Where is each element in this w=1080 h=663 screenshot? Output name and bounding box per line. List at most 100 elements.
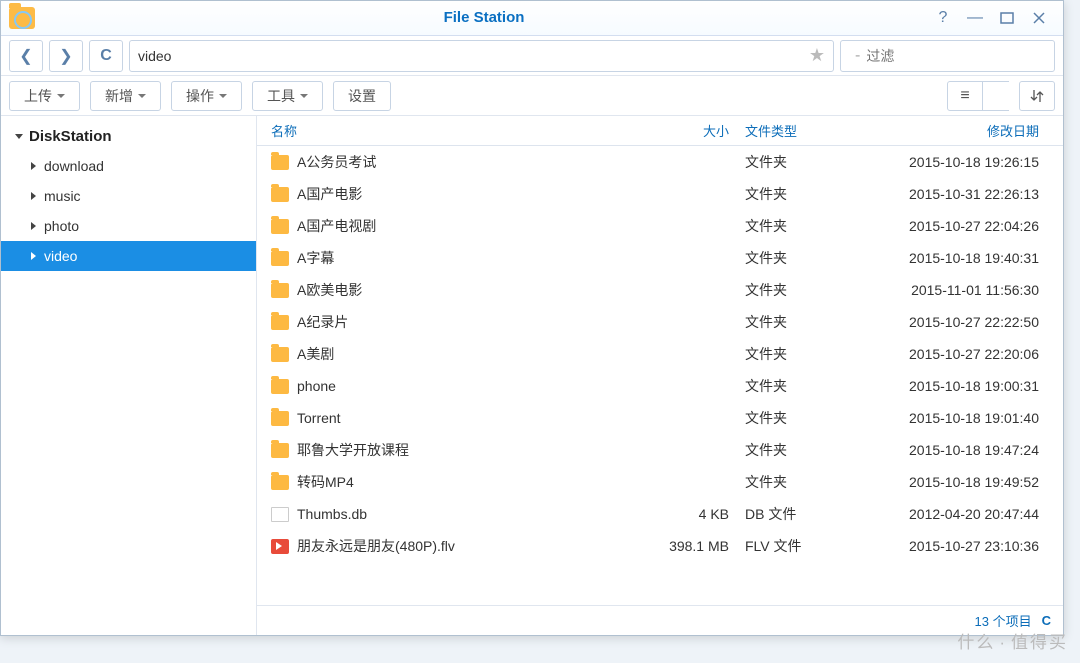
file-name: A纪录片 [297, 312, 348, 332]
sidebar: DiskStation download music photovideo [1, 116, 257, 635]
flash-file-icon [271, 539, 289, 554]
file-row[interactable]: 朋友永远是朋友(480P).flv398.1 MBFLV 文件2015-10-2… [257, 530, 1063, 562]
file-row[interactable]: A国产电视剧文件夹2015-10-27 22:04:26 [257, 210, 1063, 242]
refresh-icon: C [1042, 613, 1051, 628]
help-button[interactable]: ? [927, 5, 959, 31]
chevron-right-icon: ❯ [59, 46, 72, 66]
grid-header: 名称 大小 文件类型 修改日期 [257, 116, 1063, 146]
close-button[interactable] [1023, 5, 1055, 31]
sidebar-item-download[interactable]: download [1, 151, 256, 181]
path-bar[interactable]: ★ [129, 40, 834, 72]
window-title: File Station [444, 9, 525, 26]
file-date: 2015-11-01 11:56:30 [855, 282, 1055, 298]
tool-button[interactable]: 工具 [252, 81, 323, 111]
file-date: 2015-10-18 19:01:40 [855, 410, 1055, 426]
tool-label: 工具 [267, 86, 295, 106]
file-type: 文件夹 [735, 152, 855, 172]
expand-icon [31, 252, 36, 260]
file-name: A美剧 [297, 344, 334, 364]
expand-icon [31, 162, 36, 170]
column-header-date[interactable]: 修改日期 [855, 121, 1055, 140]
filter-separator: - [855, 47, 860, 65]
file-row[interactable]: 转码MP4文件夹2015-10-18 19:49:52 [257, 466, 1063, 498]
folder-icon [271, 411, 289, 426]
settings-button[interactable]: 设置 [333, 81, 391, 111]
file-date: 2015-10-18 19:00:31 [855, 378, 1055, 394]
file-row[interactable]: A美剧文件夹2015-10-27 22:20:06 [257, 338, 1063, 370]
toolbar: 上传 新增 操作 工具 设置 ≡ [1, 76, 1063, 116]
caret-down-icon [300, 94, 308, 98]
file-name: Torrent [297, 410, 341, 426]
app-icon [9, 7, 35, 29]
path-input[interactable] [138, 48, 809, 64]
maximize-icon [1000, 11, 1014, 25]
file-row[interactable]: phone文件夹2015-10-18 19:00:31 [257, 370, 1063, 402]
folder-icon [271, 475, 289, 490]
action-button[interactable]: 操作 [171, 81, 242, 111]
file-row[interactable]: Thumbs.db4 KBDB 文件2012-04-20 20:47:44 [257, 498, 1063, 530]
view-dropdown-button[interactable] [983, 81, 1009, 111]
expand-icon [15, 134, 23, 139]
file-icon [271, 507, 289, 522]
file-row[interactable]: A字幕文件夹2015-10-18 19:40:31 [257, 242, 1063, 274]
folder-icon [271, 379, 289, 394]
grid-body[interactable]: A公务员考试文件夹2015-10-18 19:26:15A国产电影文件夹2015… [257, 146, 1063, 605]
file-row[interactable]: A欧美电影文件夹2015-11-01 11:56:30 [257, 274, 1063, 306]
column-header-size[interactable]: 大小 [645, 121, 735, 140]
file-type: 文件夹 [735, 248, 855, 268]
expand-icon [31, 222, 36, 230]
file-name: A国产电影 [297, 184, 362, 204]
file-row[interactable]: A公务员考试文件夹2015-10-18 19:26:15 [257, 146, 1063, 178]
forward-button[interactable]: ❯ [49, 40, 83, 72]
file-row[interactable]: Torrent文件夹2015-10-18 19:01:40 [257, 402, 1063, 434]
status-refresh-button[interactable]: C [1042, 613, 1051, 628]
folder-icon [271, 219, 289, 234]
tree-root[interactable]: DiskStation [1, 122, 256, 151]
file-row[interactable]: A国产电影文件夹2015-10-31 22:26:13 [257, 178, 1063, 210]
file-name: A国产电视剧 [297, 216, 376, 236]
back-button[interactable]: ❮ [9, 40, 43, 72]
file-type: 文件夹 [735, 376, 855, 396]
file-name: 朋友永远是朋友(480P).flv [297, 536, 455, 556]
minimize-icon: — [967, 9, 983, 27]
sort-button[interactable] [1019, 81, 1055, 111]
file-row[interactable]: A纪录片文件夹2015-10-27 22:22:50 [257, 306, 1063, 338]
file-type: DB 文件 [735, 504, 855, 524]
file-type: 文件夹 [735, 312, 855, 332]
file-type: 文件夹 [735, 472, 855, 492]
settings-label: 设置 [348, 86, 376, 106]
star-icon[interactable]: ★ [809, 45, 825, 66]
file-size: 4 KB [645, 506, 735, 522]
file-date: 2015-10-31 22:26:13 [855, 186, 1055, 202]
file-date: 2015-10-18 19:49:52 [855, 474, 1055, 490]
minimize-button[interactable]: — [959, 5, 991, 31]
toolbar-right: ≡ [947, 81, 1055, 111]
file-name: 耶鲁大学开放课程 [297, 440, 409, 460]
status-bar: 13 个项目 C [257, 605, 1063, 635]
sidebar-item-music[interactable]: music [1, 181, 256, 211]
refresh-button[interactable]: C [89, 40, 123, 72]
caret-down-icon [138, 94, 146, 98]
file-name: A欧美电影 [297, 280, 362, 300]
file-name: Thumbs.db [297, 506, 367, 522]
upload-button[interactable]: 上传 [9, 81, 80, 111]
column-header-type[interactable]: 文件类型 [735, 121, 855, 140]
column-header-name[interactable]: 名称 [257, 121, 645, 140]
file-row[interactable]: 耶鲁大学开放课程文件夹2015-10-18 19:47:24 [257, 434, 1063, 466]
folder-icon [271, 187, 289, 202]
list-view-button[interactable]: ≡ [947, 81, 983, 111]
close-icon [1032, 11, 1046, 25]
folder-icon [271, 347, 289, 362]
create-button[interactable]: 新增 [90, 81, 161, 111]
sidebar-item-photo[interactable]: photo [1, 211, 256, 241]
chevron-left-icon: ❮ [19, 46, 32, 66]
filter-input[interactable] [866, 48, 1047, 64]
main-pane: 名称 大小 文件类型 修改日期 A公务员考试文件夹2015-10-18 19:2… [257, 116, 1063, 635]
folder-icon [271, 315, 289, 330]
maximize-button[interactable] [991, 5, 1023, 31]
sidebar-item-video[interactable]: video [1, 241, 256, 271]
filter-box[interactable]: - [840, 40, 1055, 72]
sidebar-item-label: music [44, 188, 81, 204]
expand-icon [31, 192, 36, 200]
file-type: 文件夹 [735, 440, 855, 460]
